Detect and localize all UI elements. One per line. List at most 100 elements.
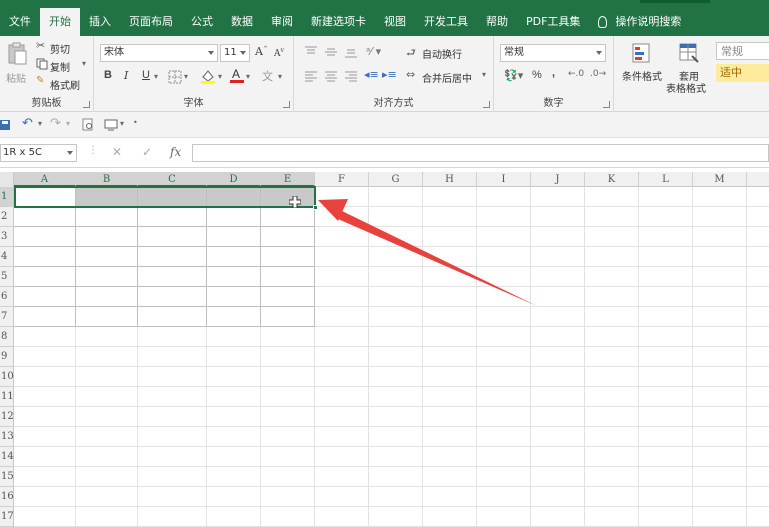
row-header-14[interactable]: 14 xyxy=(0,447,14,467)
cancel-icon[interactable]: ✕ xyxy=(112,145,122,159)
bold-button[interactable]: B xyxy=(104,69,112,81)
fill-color-icon[interactable] xyxy=(200,68,216,84)
save-icon[interactable] xyxy=(0,119,12,131)
column-header-d[interactable]: D xyxy=(207,172,261,187)
tab-developer[interactable]: 开发工具 xyxy=(415,8,477,36)
fill-handle[interactable] xyxy=(313,205,318,210)
font-name-combo[interactable]: 宋体 xyxy=(100,44,218,62)
row-header-6[interactable]: 6 xyxy=(0,287,14,307)
cell-style-normal[interactable]: 常规 xyxy=(716,42,769,60)
chevron-down-icon[interactable]: ▾ xyxy=(66,119,70,128)
dialog-launcher-icon[interactable] xyxy=(483,101,490,108)
shrink-font-button[interactable]: Av xyxy=(274,47,284,59)
align-center-icon[interactable] xyxy=(324,70,338,82)
row-header-4[interactable]: 4 xyxy=(0,247,14,267)
tab-new-tab[interactable]: 新建选项卡 xyxy=(302,8,375,36)
underline-button[interactable]: U xyxy=(142,69,150,81)
print-preview-icon[interactable] xyxy=(82,118,94,132)
increase-decimal-icon[interactable]: ←.0 xyxy=(568,69,584,79)
dialog-launcher-icon[interactable] xyxy=(83,101,90,108)
font-color-icon[interactable]: A xyxy=(230,67,244,83)
increase-indent-icon[interactable]: ▸≡ xyxy=(382,68,397,81)
decrease-decimal-icon[interactable]: .0→ xyxy=(590,69,606,79)
undo-icon[interactable]: ↶ xyxy=(22,116,33,131)
dialog-launcher-icon[interactable] xyxy=(603,101,610,108)
cut-button[interactable]: ✂ 剪切 xyxy=(36,39,92,56)
borders-icon[interactable] xyxy=(168,70,182,84)
worksheet-grid[interactable]: ABCDEFGHIJKLM 1 2 3 4 5 6 7 8 9 10 11 12 13 14 15 16 17 xyxy=(0,172,769,527)
row-header-2[interactable]: 2 xyxy=(0,207,14,227)
column-header-g[interactable]: G xyxy=(369,172,423,187)
chevron-down-icon[interactable]: ▾ xyxy=(246,72,250,81)
row-header-15[interactable]: 15 xyxy=(0,467,14,487)
row-header-5[interactable]: 5 xyxy=(0,267,14,287)
row-header-13[interactable]: 13 xyxy=(0,427,14,447)
insert-function-button[interactable]: fx xyxy=(170,145,181,159)
row-header-17[interactable]: 17 xyxy=(0,507,14,527)
row-header-3[interactable]: 3 xyxy=(0,227,14,247)
column-header-b[interactable]: B xyxy=(76,172,138,187)
row-header-16[interactable]: 16 xyxy=(0,487,14,507)
chevron-down-icon[interactable]: ▾ xyxy=(218,72,222,81)
tab-view[interactable]: 视图 xyxy=(375,8,415,36)
accounting-format-icon[interactable]: 💱▾ xyxy=(504,69,523,82)
conditional-format-button[interactable]: 条件格式 xyxy=(620,40,664,90)
chevron-down-icon[interactable]: ▾ xyxy=(184,72,188,81)
percent-button[interactable]: % xyxy=(532,69,542,81)
screen-icon[interactable] xyxy=(104,119,118,131)
column-header-a[interactable]: A xyxy=(14,172,76,187)
row-header-12[interactable]: 12 xyxy=(0,407,14,427)
tell-me-search[interactable]: 操作说明搜索 xyxy=(589,8,690,36)
tab-home[interactable]: 开始 xyxy=(40,8,80,36)
phonetic-guide-icon[interactable]: 文 xyxy=(262,68,273,84)
chevron-down-icon[interactable]: ▾ xyxy=(38,119,42,128)
cell-style-neutral[interactable]: 适中 xyxy=(716,64,769,82)
column-header-e[interactable]: E xyxy=(261,172,315,187)
row-header-8[interactable]: 8 xyxy=(0,327,14,347)
column-header-c[interactable]: C xyxy=(138,172,207,187)
chevron-down-icon[interactable]: ▾ xyxy=(120,119,124,128)
copy-button[interactable]: 复制 ▾ xyxy=(36,58,92,74)
name-box[interactable]: 1R x 5C xyxy=(0,144,77,162)
select-all-button[interactable] xyxy=(0,172,14,187)
redo-icon[interactable]: ↷ xyxy=(50,116,61,131)
tab-pdf-tools[interactable]: PDF工具集 xyxy=(517,8,589,36)
formula-input[interactable] xyxy=(192,144,769,162)
number-format-combo[interactable]: 常规 xyxy=(500,44,606,62)
dialog-launcher-icon[interactable] xyxy=(283,101,290,108)
merge-center-button[interactable]: ⇔ 合并后居中 ▾ xyxy=(406,68,492,85)
row-header-1[interactable]: 1 xyxy=(0,187,14,207)
tab-insert[interactable]: 插入 xyxy=(80,8,120,36)
paste-button[interactable]: 粘贴 xyxy=(4,40,30,85)
bottom-align-icon[interactable] xyxy=(344,46,358,58)
tab-formulas[interactable]: 公式 xyxy=(182,8,222,36)
tab-help[interactable]: 帮助 xyxy=(477,8,517,36)
chevron-down-icon[interactable]: ▾ xyxy=(154,72,158,81)
column-header-f[interactable]: F xyxy=(315,172,369,187)
format-painter-button[interactable]: ✎ 格式刷 xyxy=(36,75,92,92)
column-header-l[interactable]: L xyxy=(639,172,693,187)
decrease-indent-icon[interactable]: ◂≡ xyxy=(364,68,379,81)
align-left-icon[interactable] xyxy=(304,70,318,82)
italic-button[interactable]: I xyxy=(124,69,128,82)
tab-page-layout[interactable]: 页面布局 xyxy=(120,8,182,36)
middle-align-icon[interactable] xyxy=(324,46,338,58)
chevron-down-icon[interactable]: ▾ xyxy=(278,72,282,81)
top-align-icon[interactable] xyxy=(304,46,318,58)
font-size-combo[interactable]: 11 xyxy=(220,44,250,62)
tab-file[interactable]: 文件 xyxy=(0,8,40,36)
row-header-7[interactable]: 7 xyxy=(0,307,14,327)
confirm-icon[interactable]: ✓ xyxy=(142,145,152,159)
column-header-m[interactable]: M xyxy=(693,172,747,187)
grow-font-button[interactable]: A^ xyxy=(255,45,268,58)
row-header-11[interactable]: 11 xyxy=(0,387,14,407)
column-header-k[interactable]: K xyxy=(585,172,639,187)
comma-button[interactable]: , xyxy=(552,67,555,79)
tab-review[interactable]: 审阅 xyxy=(262,8,302,36)
column-header-h[interactable]: H xyxy=(423,172,477,187)
orientation-icon[interactable]: ᵃ⁄ ▾ xyxy=(366,45,381,58)
format-as-table-button[interactable]: 套用 表格格式 xyxy=(664,40,714,95)
tab-data[interactable]: 数据 xyxy=(222,8,262,36)
column-header-j[interactable]: J xyxy=(531,172,585,187)
row-header-9[interactable]: 9 xyxy=(0,347,14,367)
